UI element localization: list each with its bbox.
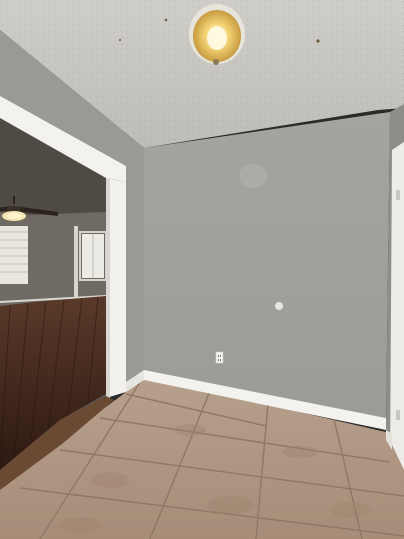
window-blinds-left: [0, 226, 28, 284]
doorway-trim-shadow: [106, 178, 110, 398]
ceiling-speck: [316, 39, 320, 43]
ceiling-speck: [118, 38, 122, 42]
outlet-slot: [218, 359, 219, 361]
door-hinge-lower: [396, 410, 400, 420]
wall-light-spot: [239, 164, 267, 188]
room-photo: [0, 0, 404, 539]
outlet-slot: [220, 355, 221, 357]
adjacent-door-trim: [74, 226, 78, 304]
electrical-outlet: [215, 351, 224, 364]
room-illustration: [0, 0, 404, 539]
door-hinge: [396, 190, 400, 200]
outlet-slot: [218, 355, 219, 357]
back-wall: [144, 112, 390, 422]
ceiling-speck: [164, 18, 168, 22]
outlet-slot: [220, 359, 221, 361]
thermostat-sensor: [274, 301, 284, 311]
